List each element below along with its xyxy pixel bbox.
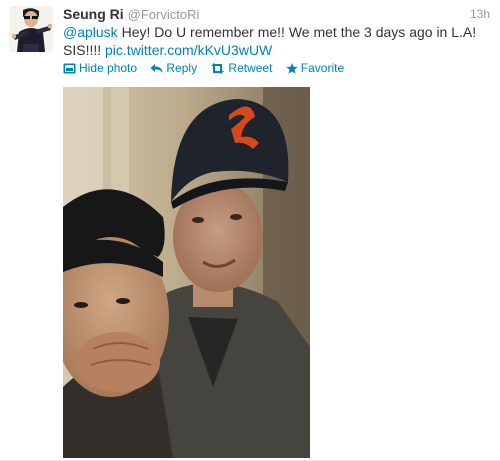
- tweet-actions: Hide photo Reply Retweet Favorite: [63, 60, 354, 76]
- timestamp[interactable]: 13h: [470, 5, 490, 23]
- retweet-button[interactable]: Retweet: [210, 60, 272, 78]
- retweet-icon: [210, 62, 225, 78]
- tweet-text: @aplusk Hey! Do U remember me!! We met t…: [63, 23, 481, 59]
- tweet-text-tail: SIS!!!!: [63, 42, 106, 58]
- hide-photo-button[interactable]: Hide photo: [63, 60, 137, 78]
- tweet-item: Seung Ri @ForvictoRi 13h @aplusk Hey! Do …: [0, 0, 500, 461]
- tweet-header: Seung Ri @ForvictoRi 13h: [63, 5, 490, 23]
- photo-link[interactable]: pic.twitter.com/kKvU3wUW: [105, 42, 272, 58]
- reply-label: Reply: [166, 61, 198, 75]
- user-name[interactable]: Seung Ri: [63, 6, 124, 22]
- mention-link[interactable]: @aplusk: [63, 24, 118, 40]
- avatar[interactable]: [9, 6, 53, 52]
- user-handle[interactable]: @ForvictoRi: [128, 7, 200, 22]
- favorite-label: Favorite: [300, 61, 345, 75]
- reply-button[interactable]: Reply: [150, 60, 197, 78]
- favorite-button[interactable]: Favorite: [286, 60, 344, 78]
- star-icon: [286, 62, 298, 78]
- photo-icon: [63, 62, 76, 78]
- retweet-label: Retweet: [228, 61, 273, 75]
- tweet-photo[interactable]: [63, 87, 310, 458]
- hide-photo-label: Hide photo: [79, 61, 138, 75]
- reply-arrow-icon: [150, 62, 163, 78]
- tweet-text-main: Hey! Do U remember me!! We met the 3 day…: [117, 24, 477, 40]
